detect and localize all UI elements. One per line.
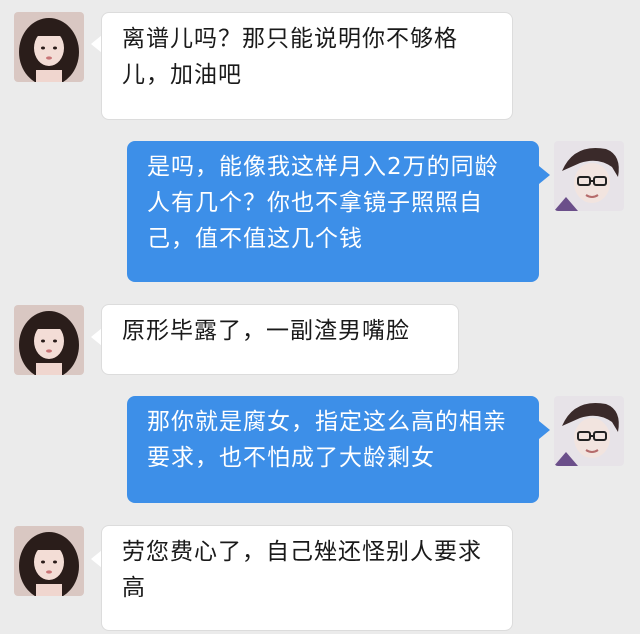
- bubble-tail: [539, 166, 550, 184]
- boy-avatar-icon[interactable]: [554, 396, 624, 466]
- message-bubble-incoming[interactable]: 原形毕露了，一副渣男嘴脸: [101, 304, 459, 375]
- message-bubble-outgoing[interactable]: 是吗，能像我这样月入2万的同龄人有几个？你也不拿镜子照照自己，值不值这几个钱: [127, 141, 539, 282]
- girl-avatar-icon[interactable]: [14, 526, 84, 596]
- message-bubble-outgoing[interactable]: 那你就是腐女，指定这么高的相亲要求，也不怕成了大龄剩女: [127, 396, 539, 503]
- message-bubble-incoming[interactable]: 劳您费心了，自己矬还怪别人要求高: [101, 525, 513, 631]
- message-bubble-incoming[interactable]: 离谱儿吗？那只能说明你不够格儿，加油吧: [101, 12, 513, 120]
- boy-avatar-icon[interactable]: [554, 141, 624, 211]
- girl-avatar-icon[interactable]: [14, 305, 84, 375]
- girl-avatar-icon[interactable]: [14, 12, 84, 82]
- bubble-tail: [539, 421, 550, 439]
